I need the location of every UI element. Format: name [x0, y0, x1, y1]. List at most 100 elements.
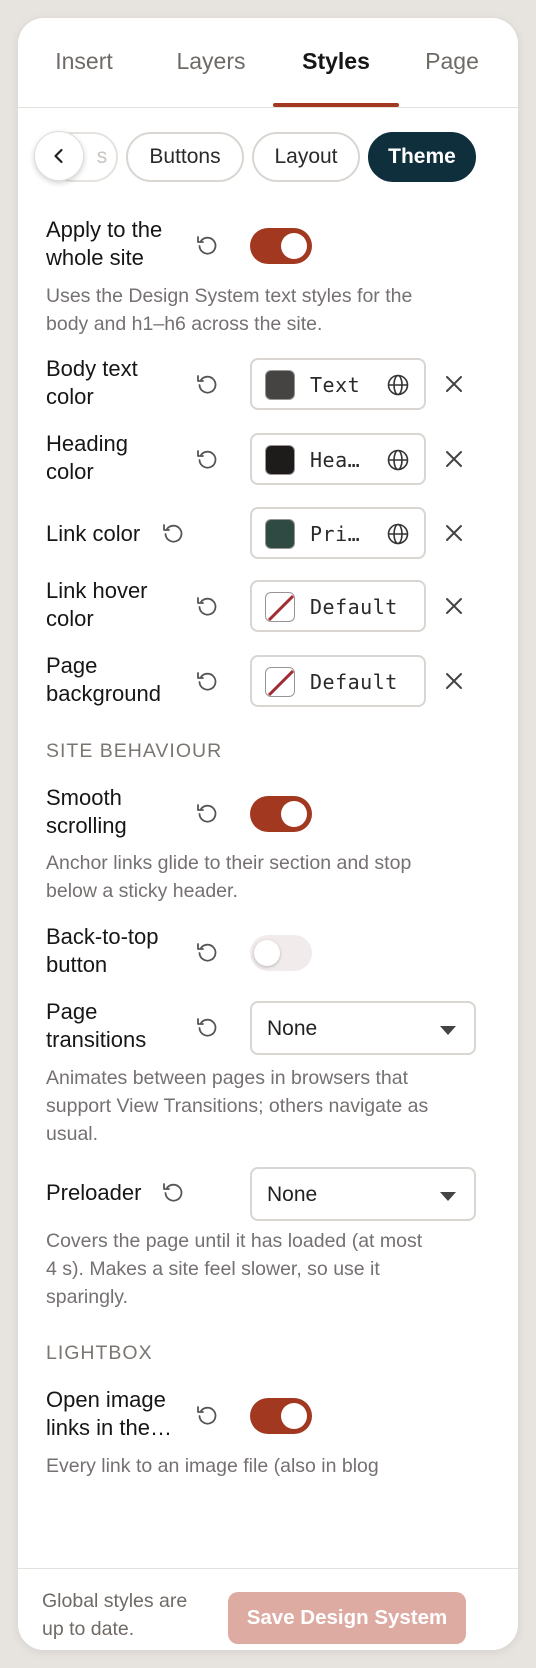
- page-transitions-desc-2: support View Transitions; others navigat…: [46, 1095, 429, 1117]
- color-token: Default: [310, 595, 398, 619]
- reset-icon[interactable]: [160, 1180, 186, 1206]
- open-image-links-toggle[interactable]: [250, 1398, 312, 1434]
- open-image-links-label-2: links in the…: [46, 1415, 172, 1440]
- page-transitions-desc-3: usual.: [46, 1123, 99, 1145]
- link-color-picker[interactable]: Pri…: [250, 507, 426, 559]
- body-text-color-label-1: Body text: [46, 356, 138, 381]
- color-swatch: [265, 445, 295, 475]
- color-swatch: [265, 519, 295, 549]
- page-transitions-desc-1: Animates between pages in browsers that: [46, 1067, 409, 1089]
- toggle-knob: [281, 1403, 307, 1429]
- tab-page[interactable]: Page: [416, 46, 488, 76]
- body-text-color-picker[interactable]: Text: [250, 358, 426, 410]
- open-image-links-label-1: Open image: [46, 1387, 166, 1412]
- preloader-desc-3: sparingly.: [46, 1286, 129, 1308]
- clear-icon[interactable]: [443, 595, 465, 617]
- globe-icon: [387, 374, 409, 396]
- reset-icon[interactable]: [194, 594, 220, 620]
- preloader-desc-2: 4 s). Makes a site feel slower, so use i…: [46, 1258, 380, 1280]
- top-tabs: Insert Layers Styles Page: [18, 18, 518, 108]
- save-status-line-2: up to date.: [42, 1618, 135, 1640]
- link-color-label: Link color: [46, 521, 141, 546]
- reset-icon[interactable]: [194, 1403, 220, 1429]
- page-background-color-picker[interactable]: Default: [250, 655, 426, 707]
- color-token: Default: [310, 670, 398, 694]
- styles-panel: Insert Layers Styles Page s Buttons Layo…: [18, 18, 518, 1650]
- color-token: Text: [310, 373, 361, 397]
- apply-site-label-1: Apply to the: [46, 217, 163, 242]
- clear-icon[interactable]: [443, 670, 465, 692]
- no-color-swatch: [265, 667, 295, 697]
- settings-list[interactable]: Apply to the whole site Uses the Design …: [18, 198, 518, 1568]
- no-color-swatch: [265, 592, 295, 622]
- reset-icon[interactable]: [194, 669, 220, 695]
- clear-icon[interactable]: [443, 448, 465, 470]
- subtab-buttons[interactable]: Buttons: [126, 132, 244, 182]
- back-to-top-label-2: button: [46, 952, 108, 977]
- page-background-label-1: Page: [46, 653, 98, 678]
- color-token: Pri…: [310, 522, 361, 546]
- reset-icon[interactable]: [194, 801, 220, 827]
- reset-icon[interactable]: [194, 1015, 220, 1041]
- site-behaviour-heading: SITE BEHAVIOUR: [46, 740, 223, 762]
- clear-icon[interactable]: [443, 373, 465, 395]
- globe-icon: [387, 449, 409, 471]
- no-color-slash-icon: [267, 669, 294, 696]
- color-token: Hea…: [310, 448, 361, 472]
- save-status-line-1: Global styles are: [42, 1590, 188, 1612]
- smooth-scrolling-label-2: scrolling: [46, 813, 127, 838]
- tab-layers[interactable]: Layers: [154, 46, 268, 76]
- link-hover-color-label-1: Link hover: [46, 578, 148, 603]
- reset-icon[interactable]: [194, 372, 220, 398]
- toggle-knob: [281, 233, 307, 259]
- caret-down-icon: [440, 1192, 456, 1201]
- save-status: Global styles are up to date.: [42, 1587, 222, 1643]
- caret-down-icon: [440, 1026, 456, 1035]
- globe-icon: [387, 523, 409, 545]
- reset-icon[interactable]: [194, 233, 220, 259]
- select-value: None: [267, 1183, 318, 1206]
- active-tab-indicator: [273, 103, 399, 107]
- tab-insert[interactable]: Insert: [44, 46, 124, 76]
- back-to-top-label-1: Back-to-top: [46, 924, 159, 949]
- save-design-system-button[interactable]: Save Design System: [228, 1592, 466, 1644]
- heading-color-picker[interactable]: Hea…: [250, 433, 426, 485]
- lightbox-heading: LIGHTBOX: [46, 1342, 153, 1364]
- chevron-left-icon: [54, 148, 63, 164]
- reset-icon[interactable]: [160, 521, 186, 547]
- scroll-left-button[interactable]: [34, 131, 84, 181]
- back-to-top-toggle[interactable]: [250, 935, 312, 971]
- preloader-label: Preloader: [46, 1180, 142, 1205]
- smooth-scrolling-label-1: Smooth: [46, 785, 122, 810]
- smooth-scrolling-toggle[interactable]: [250, 796, 312, 832]
- link-hover-color-picker[interactable]: Default: [250, 580, 426, 632]
- toggle-knob: [254, 940, 280, 966]
- preloader-select[interactable]: None: [250, 1167, 476, 1221]
- reset-icon[interactable]: [194, 447, 220, 473]
- reset-icon[interactable]: [194, 940, 220, 966]
- apply-site-label-2: whole site: [46, 245, 144, 270]
- link-hover-color-label-2: color: [46, 606, 94, 631]
- page-transitions-select[interactable]: None: [250, 1001, 476, 1055]
- page-transitions-label-1: Page: [46, 999, 98, 1024]
- page-transitions-label-2: transitions: [46, 1027, 147, 1052]
- panel-footer: Global styles are up to date. Save Desig…: [18, 1568, 518, 1650]
- clear-icon[interactable]: [443, 522, 465, 544]
- open-image-links-desc-1: Every link to an image file (also in blo…: [46, 1455, 379, 1477]
- heading-color-label-1: Heading: [46, 431, 128, 456]
- select-value: None: [267, 1017, 318, 1040]
- apply-site-toggle[interactable]: [250, 228, 312, 264]
- page-background-label-2: background: [46, 681, 161, 706]
- subtab-theme[interactable]: Theme: [368, 132, 476, 182]
- apply-site-desc-2: body and h1–h6 across the site.: [46, 313, 323, 335]
- smooth-scrolling-desc-2: below a sticky header.: [46, 880, 238, 902]
- toggle-knob: [281, 801, 307, 827]
- no-color-slash-icon: [267, 594, 294, 621]
- heading-color-label-2: color: [46, 459, 94, 484]
- smooth-scrolling-desc-1: Anchor links glide to their section and …: [46, 852, 412, 874]
- body-text-color-label-2: color: [46, 384, 94, 409]
- tab-styles[interactable]: Styles: [280, 46, 392, 76]
- subtab-layout[interactable]: Layout: [252, 132, 360, 182]
- color-swatch: [265, 370, 295, 400]
- apply-site-desc-1: Uses the Design System text styles for t…: [46, 285, 413, 307]
